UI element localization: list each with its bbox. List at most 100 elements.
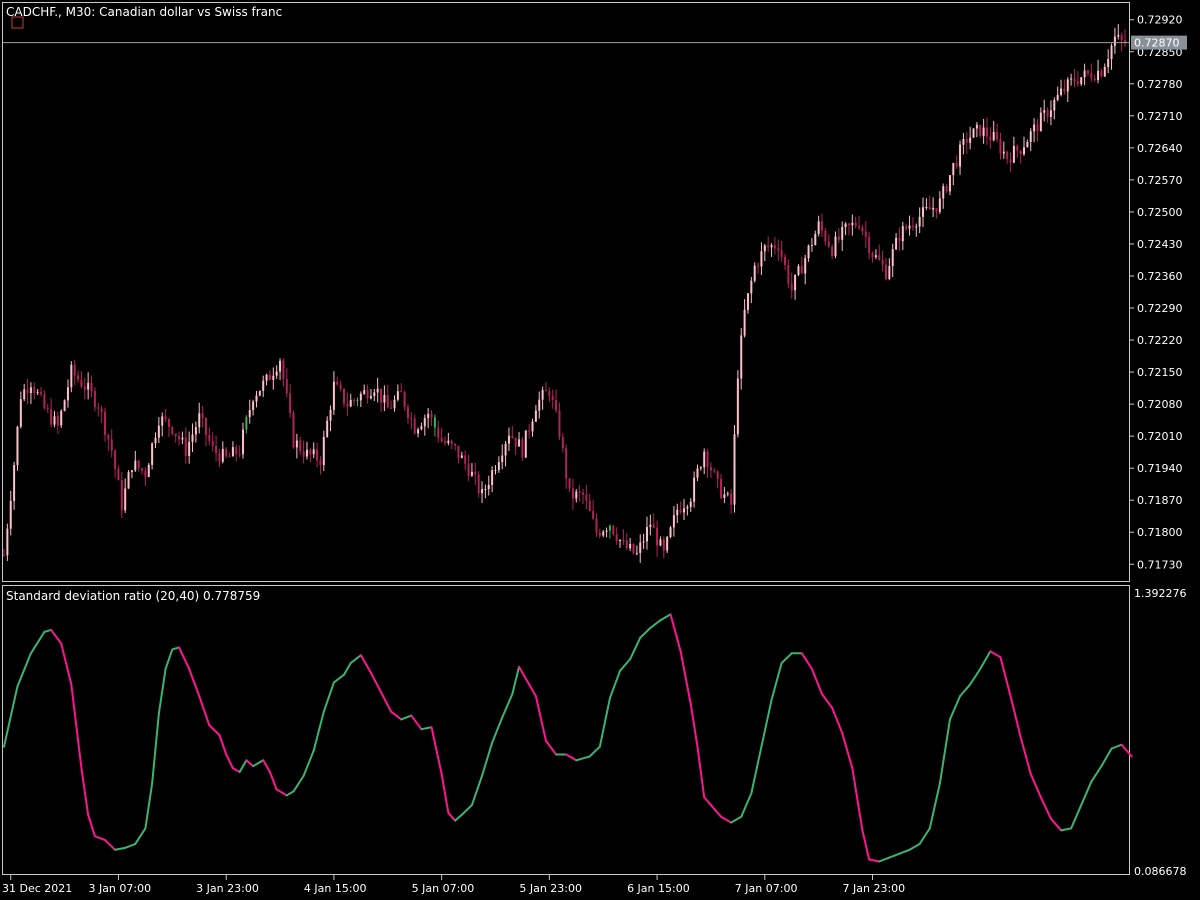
indicator-segment: [343, 662, 352, 676]
candle-body: [1046, 110, 1049, 117]
indicator-segment: [80, 767, 90, 816]
candle-body: [50, 408, 53, 425]
indicator-segment: [470, 774, 484, 807]
candle-body: [908, 225, 911, 229]
indicator-segment: [689, 702, 699, 748]
indicator-segment: [800, 652, 813, 670]
candle-body: [231, 447, 234, 457]
indicator-segment: [114, 846, 127, 851]
candle-body: [157, 425, 160, 438]
indicator-segment: [851, 767, 864, 832]
candle-body: [1073, 78, 1076, 82]
candle-body: [1009, 159, 1012, 163]
candle-body: [460, 455, 463, 458]
candle-body: [437, 427, 440, 438]
candle-body: [147, 464, 150, 478]
candle-body: [376, 388, 379, 393]
candle-body: [757, 265, 760, 267]
candle-body: [258, 390, 261, 396]
indicator-segment: [524, 677, 537, 698]
candle-body: [339, 384, 342, 389]
candle-body: [171, 426, 174, 434]
candle-body: [1006, 151, 1009, 160]
indicator-segment: [868, 858, 881, 863]
price-tick-label: 0.71800: [1137, 526, 1183, 539]
indicator-segment: [989, 650, 1002, 659]
candle-body: [484, 488, 487, 490]
candle-body: [322, 436, 325, 466]
candle-body: [400, 391, 403, 393]
candle-body: [817, 221, 820, 234]
time-tick-label: 5 Jan 23:00: [519, 882, 582, 895]
candles-layer: [3, 23, 1126, 563]
candle-body: [144, 470, 147, 478]
indicator-segment: [3, 685, 19, 748]
indicator-segment: [1080, 780, 1093, 807]
candle-body: [127, 472, 130, 489]
price-tick-label: 0.71940: [1137, 462, 1183, 475]
indicator-segment: [332, 673, 346, 684]
candle-body: [430, 413, 433, 418]
candle-body: [726, 493, 729, 495]
candle-body: [965, 139, 968, 143]
indicator-segment: [1070, 804, 1083, 830]
candle-body: [427, 413, 430, 419]
indicator-segment: [888, 852, 901, 859]
candle-body: [884, 264, 887, 279]
candle-body: [1086, 70, 1089, 74]
candle-body: [720, 478, 723, 498]
candle-body: [827, 241, 830, 247]
candle-body: [83, 386, 86, 390]
candle-body: [841, 226, 844, 240]
candle-body: [619, 540, 622, 542]
candle-body: [942, 186, 945, 199]
price-tick-label: 0.72920: [1137, 14, 1183, 27]
candle-body: [353, 399, 356, 401]
time-axis: 31 Dec 2021 3 Jan 07:00 3 Jan 23:00 4 Jan 1…: [2, 875, 905, 895]
candle-body: [87, 382, 90, 390]
candle-body: [625, 540, 628, 549]
candle-body: [40, 392, 43, 395]
candle-body: [3, 555, 5, 557]
candle-body: [770, 245, 773, 248]
indicator-segment: [979, 650, 992, 670]
candle-body: [319, 460, 322, 466]
candle-body: [948, 175, 951, 192]
candle-body: [706, 451, 709, 467]
indicator-segment: [938, 718, 951, 785]
candle-body: [252, 401, 255, 411]
indicator-min-label: 0.086678: [1134, 865, 1187, 878]
price-tick-label: 0.72430: [1137, 238, 1183, 251]
indicator-segment: [460, 804, 473, 816]
candle-body: [932, 207, 935, 210]
candle-body: [124, 488, 127, 511]
candle-body: [585, 494, 588, 501]
time-tick-label: 7 Jan 23:00: [843, 882, 906, 895]
indicator-segment: [619, 658, 632, 672]
candle-body: [386, 395, 389, 408]
candle-body: [77, 375, 80, 380]
time-tick-label: 7 Jan 07:00: [735, 882, 798, 895]
candle-body: [33, 387, 36, 394]
candle-body: [578, 491, 581, 493]
indicator-segment: [93, 835, 106, 842]
candle-body: [117, 468, 120, 481]
candle-body: [1049, 110, 1052, 117]
indicator-segment: [198, 695, 211, 727]
candle-body: [1043, 110, 1046, 113]
indicator-segment: [208, 724, 221, 737]
indicator-segment: [43, 628, 53, 633]
candle-body: [629, 543, 632, 549]
candle-body: [952, 163, 955, 176]
candle-body: [1023, 147, 1026, 155]
candle-body: [1093, 78, 1096, 81]
candle-body: [464, 455, 467, 464]
candle-body: [73, 364, 76, 376]
indicator-segment: [151, 712, 160, 785]
candle-body: [750, 280, 753, 294]
candle-body: [969, 137, 972, 143]
candle-body: [551, 396, 554, 400]
candle-body: [582, 492, 585, 495]
indicator-segment: [164, 648, 174, 670]
indicator-segment: [639, 627, 652, 639]
